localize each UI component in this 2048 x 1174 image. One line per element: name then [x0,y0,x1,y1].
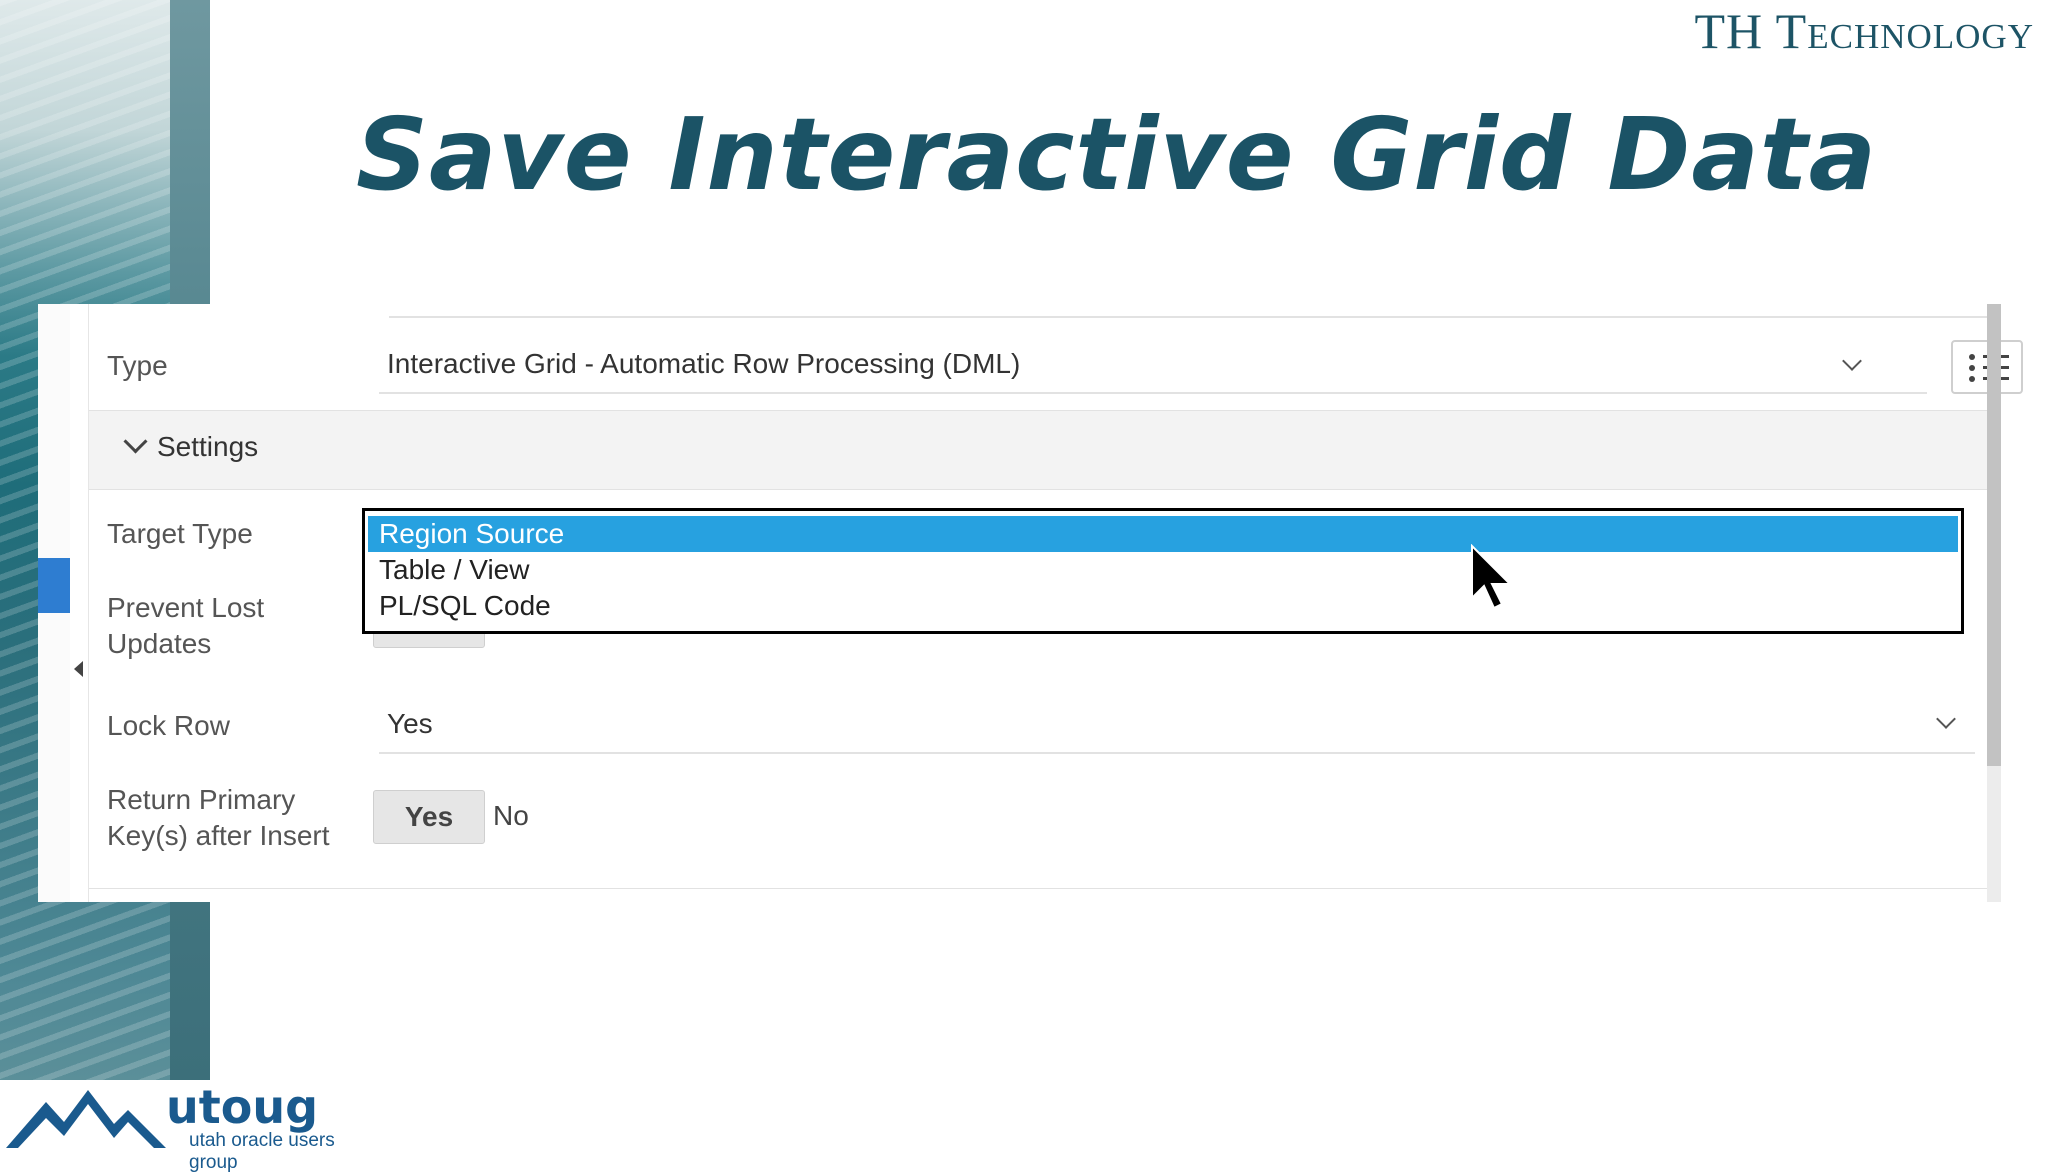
lock-row-underline [379,752,1975,754]
target-type-dropdown[interactable]: Region Source Table / View PL/SQL Code [362,508,1964,634]
lock-row-label: Lock Row [107,710,230,741]
settings-group-header[interactable]: Settings [89,410,1987,490]
return-pk-no-toggle[interactable]: No [493,800,529,832]
prevent-lost-label-1: Prevent Lost [107,592,265,623]
collapse-arrow-icon[interactable] [74,661,83,677]
scrollbar-thumb[interactable] [1987,304,2001,766]
lock-row-select[interactable]: Yes [387,708,433,740]
divider [389,316,1987,318]
type-underline [379,392,1927,394]
mountain-logo-icon [6,1090,166,1148]
dropdown-option[interactable]: Table / View [368,552,1958,588]
chevron-down-icon[interactable] [1842,351,1862,371]
type-select[interactable]: Interactive Grid - Automatic Row Process… [387,348,1020,380]
return-pk-label-2: Key(s) after Insert [107,820,330,851]
panel-side-tab[interactable] [38,558,70,613]
settings-label: Settings [157,431,259,462]
prevent-lost-label-2: Updates [107,628,212,659]
divider [89,888,1987,889]
list-view-icon [1969,354,1975,360]
slide-title: Save Interactive Grid Data [356,96,1878,213]
type-label: Type [107,350,168,381]
return-pk-yes-toggle[interactable]: Yes [373,790,485,844]
apex-property-panel: Type Interactive Grid - Automatic Row Pr… [38,304,2023,902]
chevron-down-icon[interactable] [123,429,148,454]
logo-subtitle: utah oracle users group [189,1130,335,1173]
logo-name: utoug [166,1080,319,1134]
brand-name: TH Technology [1694,3,2034,59]
list-dot [1969,376,1975,382]
return-pk-label-1: Return Primary [107,784,296,815]
target-type-label: Target Type [107,518,253,549]
mouse-cursor-icon [1471,544,1513,610]
scrollbar[interactable] [1987,304,2001,902]
list-dot [1969,365,1975,371]
dropdown-option[interactable]: PL/SQL Code [368,588,1958,624]
dropdown-option[interactable]: Region Source [368,516,1958,552]
utoug-logo: utoug utah oracle users group [6,1080,386,1173]
chevron-down-icon[interactable] [1936,709,1956,729]
